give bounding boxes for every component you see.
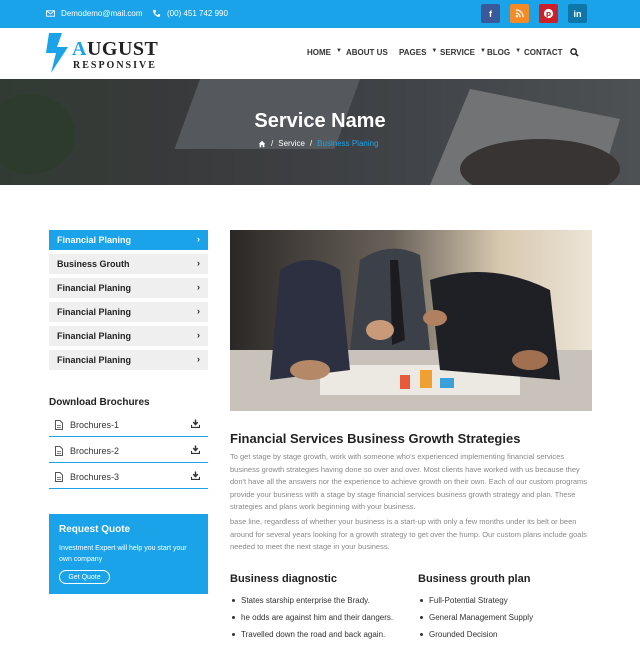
get-quote-button[interactable]: Get Quote [59, 570, 110, 584]
business-meeting-photo [230, 230, 592, 411]
chevron-right-icon: › [197, 354, 200, 364]
brochure-link[interactable]: Brochures-1 [49, 413, 208, 437]
linkedin-icon: in [573, 8, 582, 19]
breadcrumb: / Service / Business Planing [258, 139, 379, 148]
content-paragraph: To get stage by stage growth, work with … [230, 452, 588, 512]
pinterest-button[interactable]: p [539, 4, 558, 23]
nav-service[interactable]: SERVICE ▼ [440, 47, 486, 58]
pdf-file-icon [55, 445, 63, 456]
chevron-right-icon: › [197, 330, 200, 340]
pdf-file-icon [55, 419, 63, 430]
caret-down-icon: ▼ [479, 47, 486, 54]
list-item: Grounded Decision [420, 630, 497, 639]
brochure-link[interactable]: Brochures-3 [49, 465, 208, 489]
content-title: Financial Services Business Growth Strat… [230, 431, 521, 446]
lightning-bolt-icon [46, 33, 68, 73]
caret-down-icon: ▼ [336, 47, 342, 54]
nav-contact[interactable]: CONTACT [524, 48, 563, 57]
logo-title: AUGUST [72, 38, 159, 60]
content-paragraph: base line, regardless of whether your bu… [230, 517, 587, 552]
facebook-button[interactable]: f [481, 4, 500, 23]
list-item: Full-Potential Strategy [420, 596, 508, 605]
list-item: he odds are against him and their danger… [232, 613, 393, 622]
business-grouth-plan-heading: Business grouth plan [418, 573, 531, 585]
nav-about[interactable]: ABOUT US [346, 48, 388, 57]
download-icon[interactable] [191, 471, 200, 480]
logo[interactable]: AUGUST RESPONSIVE [46, 32, 159, 74]
sidebar-item-financial-planing[interactable]: Financial Planing › [49, 350, 208, 370]
chevron-right-icon: › [197, 258, 200, 268]
facebook-icon: f [489, 8, 492, 19]
envelope-icon [46, 10, 55, 17]
email-text: Demodemo@mail.com [61, 9, 143, 18]
rss-button[interactable] [510, 4, 529, 23]
nav-pages[interactable]: PAGES ▼ [399, 47, 438, 58]
chevron-right-icon: › [197, 234, 200, 244]
list-item: Travelled down the road and back again. [232, 630, 385, 639]
top-bar: Demodemo@mail.com (00) 451 742 990 f p i… [0, 0, 640, 28]
page-title: Service Name [254, 110, 386, 132]
caret-down-icon: ▼ [515, 47, 522, 54]
sidebar-item-financial-planing[interactable]: Financial Planing › [49, 278, 208, 298]
meeting-image [230, 230, 592, 411]
sidebar-item-business-grouth[interactable]: Business Grouth › [49, 254, 208, 274]
rss-icon [515, 9, 524, 18]
request-quote-box: Request Quote Investment Expert will hel… [49, 514, 208, 594]
logo-subtitle: RESPONSIVE [73, 60, 157, 71]
phone-icon [153, 9, 161, 17]
nav-blog[interactable]: BLOG ▼ [487, 47, 522, 58]
breadcrumb-service[interactable]: Service [278, 139, 305, 148]
email-contact[interactable]: Demodemo@mail.com [46, 9, 142, 18]
sidebar-item-financial-planing[interactable]: Financial Planing › [49, 230, 208, 250]
download-icon[interactable] [191, 419, 200, 428]
request-quote-description: Investment Expert will help you start yo… [59, 545, 187, 563]
chevron-right-icon: › [197, 282, 200, 292]
svg-text:p: p [546, 9, 551, 18]
breadcrumb-current: Business Planing [317, 139, 379, 148]
home-icon[interactable] [258, 140, 266, 148]
brochure-link[interactable]: Brochures-2 [49, 439, 208, 463]
sidebar-item-financial-planing[interactable]: Financial Planing › [49, 326, 208, 346]
list-item: General Management Supply [420, 613, 533, 622]
download-icon[interactable] [191, 445, 200, 454]
search-icon[interactable] [570, 48, 579, 57]
download-brochures-heading: Download Brochures [49, 397, 150, 408]
caret-down-icon: ▼ [431, 47, 438, 54]
pinterest-icon: p [543, 8, 554, 19]
linkedin-button[interactable]: in [568, 4, 587, 23]
list-item: States starship enterprise the Brady. [232, 596, 370, 605]
phone-text: (00) 451 742 990 [167, 9, 228, 18]
sidebar-item-financial-planing[interactable]: Financial Planing › [49, 302, 208, 322]
business-diagnostic-heading: Business diagnostic [230, 573, 337, 585]
phone-contact[interactable]: (00) 451 742 990 [152, 9, 228, 18]
nav-home[interactable]: HOME ▼ [307, 47, 342, 58]
pdf-file-icon [55, 471, 63, 482]
chevron-right-icon: › [197, 306, 200, 316]
request-quote-title: Request Quote [59, 524, 131, 535]
